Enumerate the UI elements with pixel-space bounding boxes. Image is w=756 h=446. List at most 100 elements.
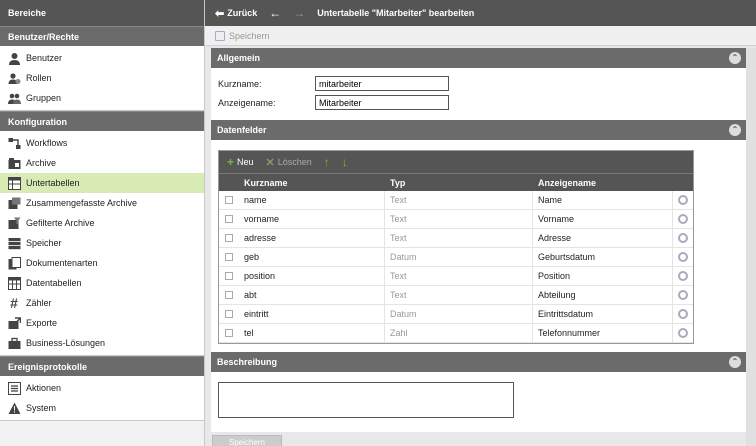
- sidebar-item-label: Exporte: [26, 318, 58, 328]
- gear-icon[interactable]: [678, 271, 688, 281]
- sidebar-item-zusammengefasste-archive[interactable]: Zusammengefasste Archive: [0, 193, 204, 213]
- column-header-kurzname[interactable]: Kurzname: [239, 174, 385, 191]
- row-checkbox[interactable]: [225, 310, 233, 318]
- sidebar-item-exporte[interactable]: Exporte: [0, 313, 204, 333]
- table-row[interactable]: adresse Text Adresse: [219, 229, 693, 248]
- cell-anzeigename: Vorname: [533, 210, 673, 228]
- panel-title: Beschreibung: [217, 357, 278, 367]
- cell-typ: Text: [385, 210, 533, 228]
- cell-kurzname: position: [239, 267, 385, 285]
- sidebar-item-gefilterte-archive[interactable]: Gefilterte Archive: [0, 213, 204, 233]
- row-checkbox[interactable]: [225, 234, 233, 242]
- column-header-anzeigename[interactable]: Anzeigename: [533, 174, 673, 191]
- group-icon: [7, 91, 21, 105]
- move-up-icon[interactable]: ↑: [324, 155, 330, 169]
- warning-icon: [7, 401, 21, 415]
- workflow-icon: [7, 136, 21, 150]
- gear-icon[interactable]: [678, 233, 688, 243]
- sidebar-item-label: Archive: [26, 158, 57, 168]
- grid-header-row: Kurzname Typ Anzeigename: [219, 173, 693, 191]
- sidebar-item-gruppen[interactable]: Gruppen: [0, 88, 204, 108]
- sidebar-item-label: Dokumentenarten: [26, 258, 98, 268]
- gear-icon[interactable]: [678, 309, 688, 319]
- cell-kurzname: name: [239, 191, 385, 209]
- gear-icon[interactable]: [678, 290, 688, 300]
- cell-typ: Text: [385, 229, 533, 247]
- row-checkbox[interactable]: [225, 329, 233, 337]
- new-button[interactable]: + Neu: [227, 155, 254, 169]
- counter-icon: #: [10, 295, 18, 311]
- cell-anzeigename: Name: [533, 191, 673, 209]
- grid-toolbar: + Neu ✕ Löschen ↑ ↓: [219, 151, 693, 173]
- table-row[interactable]: abt Text Abteilung: [219, 286, 693, 305]
- table-row[interactable]: vorname Text Vorname: [219, 210, 693, 229]
- new-label: Neu: [237, 157, 254, 167]
- sidebar-item-workflows[interactable]: Workflows: [0, 133, 204, 153]
- column-header-typ[interactable]: Typ: [385, 174, 533, 191]
- role-icon: [7, 71, 21, 85]
- panel-beschreibung-header: Beschreibung ⌃: [211, 352, 747, 372]
- kurzname-field[interactable]: [315, 76, 449, 91]
- table-row[interactable]: name Text Name: [219, 191, 693, 210]
- sidebar-item-label: Gruppen: [26, 93, 62, 103]
- history-back-icon[interactable]: ←: [269, 6, 281, 20]
- gear-icon[interactable]: [678, 328, 688, 338]
- footer-save-button[interactable]: Speichern: [212, 435, 282, 446]
- sidebar-item-archive[interactable]: Archive: [0, 153, 204, 173]
- row-checkbox[interactable]: [225, 272, 233, 280]
- panel-datenfelder-header: Datenfelder ⌃: [211, 120, 747, 140]
- sidebar-item-benutzer[interactable]: Benutzer: [0, 48, 204, 68]
- table-row[interactable]: tel Zahl Telefonnummer: [219, 324, 693, 343]
- cell-typ: Text: [385, 191, 533, 209]
- sidebar-item-rollen[interactable]: Rollen: [0, 68, 204, 88]
- table-row[interactable]: eintritt Datum Eintrittsdatum: [219, 305, 693, 324]
- collapse-icon[interactable]: ⌃: [729, 52, 741, 64]
- sidebar-section-konfiguration[interactable]: Konfiguration: [0, 111, 204, 131]
- sidebar-item-dokumentenarten[interactable]: Dokumentenarten: [0, 253, 204, 273]
- sidebar-section-ereignisprotokolle[interactable]: Ereignisprotokolle: [0, 356, 204, 376]
- sidebar-item-system[interactable]: System: [0, 398, 204, 418]
- row-checkbox[interactable]: [225, 291, 233, 299]
- sidebar-item-label: Benutzer: [26, 53, 63, 63]
- anzeigename-label: Anzeigename:: [218, 97, 276, 108]
- sidebar-item-untertabellen[interactable]: Untertabellen: [0, 173, 204, 193]
- arrow-left-icon: ⬅: [215, 7, 225, 20]
- sidebar-item-speicher[interactable]: Speicher: [0, 233, 204, 253]
- anzeigename-field[interactable]: [315, 95, 449, 110]
- grid-body: name Text Name vorname Text Vorname adresse Tex…: [219, 191, 693, 343]
- sidebar-item-aktionen[interactable]: Aktionen: [0, 378, 204, 398]
- row-checkbox[interactable]: [225, 215, 233, 223]
- sidebar-item-zaehler[interactable]: # Zähler: [0, 293, 204, 313]
- sidebar-section-benutzer-rechte[interactable]: Benutzer/Rechte: [0, 26, 204, 46]
- back-button[interactable]: ⬅ Zurück: [215, 7, 257, 20]
- sidebar-item-datentabellen[interactable]: Datentabellen: [0, 273, 204, 293]
- move-down-icon[interactable]: ↓: [342, 155, 348, 169]
- cell-kurzname: geb: [239, 248, 385, 266]
- sidebar-item-label: Datentabellen: [26, 278, 82, 288]
- cell-kurzname: vorname: [239, 210, 385, 228]
- user-icon: [7, 51, 21, 65]
- table-row[interactable]: geb Datum Geburtsdatum: [219, 248, 693, 267]
- beschreibung-field[interactable]: [218, 382, 514, 418]
- sidebar-item-business-loesungen[interactable]: Business-Lösungen: [0, 333, 204, 353]
- cell-anzeigename: Telefonnummer: [533, 324, 673, 342]
- datenfelder-grid: + Neu ✕ Löschen ↑ ↓ Kurzname Typ Anzeige…: [218, 150, 694, 344]
- collapse-icon[interactable]: ⌃: [729, 124, 741, 136]
- collapse-icon[interactable]: ⌃: [729, 356, 741, 368]
- row-checkbox[interactable]: [225, 253, 233, 261]
- filtered-archive-icon: [7, 216, 21, 230]
- scrollbar[interactable]: [746, 48, 756, 446]
- row-checkbox[interactable]: [225, 196, 233, 204]
- gear-icon[interactable]: [678, 195, 688, 205]
- table-row[interactable]: position Text Position: [219, 267, 693, 286]
- cell-typ: Text: [385, 267, 533, 285]
- gear-icon[interactable]: [678, 214, 688, 224]
- sidebar-item-label: Workflows: [26, 138, 68, 148]
- delete-button[interactable]: ✕ Löschen: [266, 156, 312, 169]
- export-icon: [7, 316, 21, 330]
- archive-icon: [7, 156, 21, 170]
- gear-icon[interactable]: [678, 252, 688, 262]
- cell-typ: Datum: [385, 248, 533, 266]
- toolbar-save-button[interactable]: Speichern: [229, 31, 270, 41]
- history-forward-icon[interactable]: →: [293, 6, 305, 20]
